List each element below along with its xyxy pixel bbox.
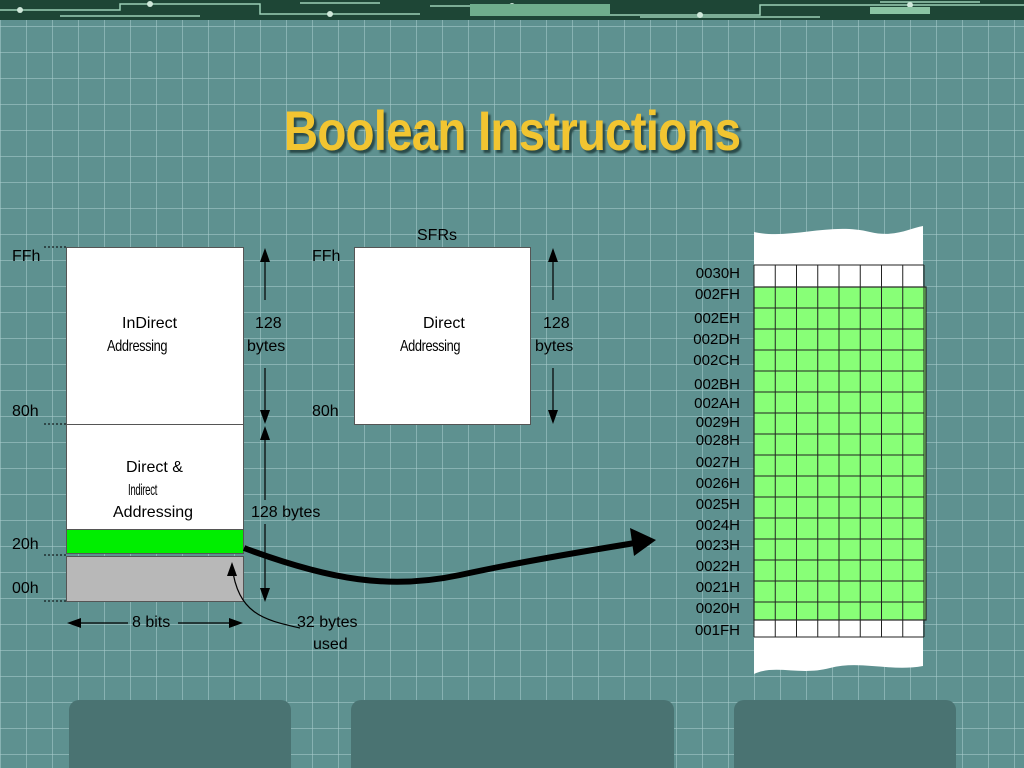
bit-address-label: 0021H bbox=[695, 579, 740, 596]
bit-address-label: 0024H bbox=[695, 517, 740, 534]
bit-address-label: 0029H bbox=[695, 414, 740, 431]
address-80h-left: 80h bbox=[12, 403, 39, 420]
arrowhead-down bbox=[260, 410, 270, 424]
used-label-line1: 32 bytes bbox=[297, 614, 358, 631]
footer-panel-right bbox=[734, 700, 956, 768]
mapping-arrow bbox=[242, 540, 636, 585]
lower-block-line3: Addressing bbox=[113, 504, 194, 521]
width-label: 8 bits bbox=[132, 614, 171, 631]
bit-address-label: 002AH bbox=[694, 395, 740, 412]
lower-size: 128 bytes bbox=[251, 504, 321, 521]
upper-size-unit: bytes bbox=[247, 338, 286, 355]
arrowhead-up bbox=[260, 248, 270, 262]
sfr-size-num: 128 bbox=[543, 315, 570, 332]
sfr-line2: Addressing bbox=[400, 338, 461, 355]
bit-address-label: 0030H bbox=[695, 265, 740, 282]
bit-address-label: 002EH bbox=[694, 310, 740, 327]
address-ffh-sfr: FFh bbox=[312, 248, 341, 265]
bit-address-label: 002DH bbox=[693, 331, 740, 348]
address-20h: 20h bbox=[12, 536, 39, 553]
bit-addressable-grid bbox=[753, 286, 927, 621]
sfr-header: SFRs bbox=[417, 227, 457, 244]
diagram-lines bbox=[44, 226, 927, 674]
bit-address-label: 002CH bbox=[693, 352, 740, 369]
footer-panel-left bbox=[69, 700, 291, 768]
used-label-line2: used bbox=[313, 636, 348, 653]
bit-address-label: 0025H bbox=[695, 496, 740, 513]
upper-block-line1: InDirect bbox=[122, 315, 178, 332]
footer-panel-center bbox=[351, 700, 674, 768]
mapping-arrowhead bbox=[630, 528, 656, 556]
address-00h: 00h bbox=[12, 580, 39, 597]
bit-address-label: 0026H bbox=[695, 475, 740, 492]
address-80h-sfr: 80h bbox=[312, 403, 339, 420]
bit-address-label: 0027H bbox=[695, 454, 740, 471]
bit-address-label: 002FH bbox=[694, 286, 740, 303]
bit-address-label: 0022H bbox=[695, 558, 740, 575]
upper-size-num: 128 bbox=[255, 315, 282, 332]
address-ffh-left: FFh bbox=[12, 248, 41, 265]
sfr-line1: Direct bbox=[423, 315, 465, 332]
bit-address-label: 001FH bbox=[694, 622, 740, 639]
upper-block-line2: Addressing bbox=[107, 338, 168, 355]
bit-address-label: 002BH bbox=[694, 376, 740, 393]
bit-address-label: 0020H bbox=[695, 600, 740, 617]
address-ticks bbox=[44, 246, 66, 602]
lower-block-line2: Indirect bbox=[128, 482, 158, 499]
bit-address-label: 0028H bbox=[695, 432, 740, 449]
sfr-size-unit: bytes bbox=[535, 338, 574, 355]
lower-block-line1: Direct & bbox=[126, 459, 183, 476]
bit-address-label: 0023H bbox=[695, 537, 740, 554]
